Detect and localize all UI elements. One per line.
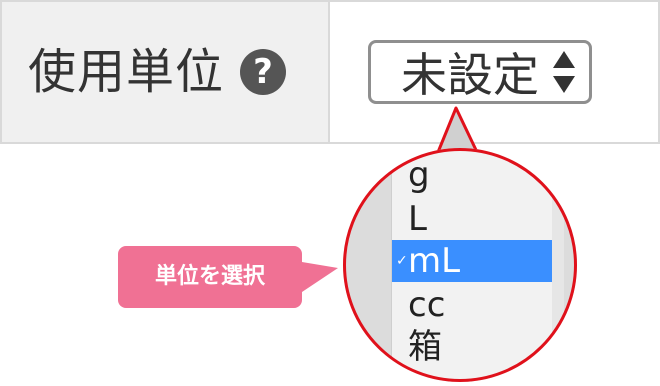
check-icon: ✓ <box>396 253 408 269</box>
option-g[interactable]: g <box>392 154 558 196</box>
annotation-tag: 単位を選択 <box>118 246 302 308</box>
option-ml-label: mL <box>408 241 461 281</box>
tag-pointer <box>302 262 338 292</box>
zoom-magnifier: g L ✓ mL cc 箱 <box>343 148 577 382</box>
option-ml[interactable]: ✓ mL <box>392 240 558 282</box>
dropdown-scrollbar[interactable] <box>552 148 564 382</box>
option-box[interactable]: 箱 <box>392 326 558 368</box>
option-cc[interactable]: cc <box>392 284 558 326</box>
option-l[interactable]: L <box>392 198 558 240</box>
unit-dropdown-list: g L ✓ mL cc 箱 <box>391 148 564 382</box>
